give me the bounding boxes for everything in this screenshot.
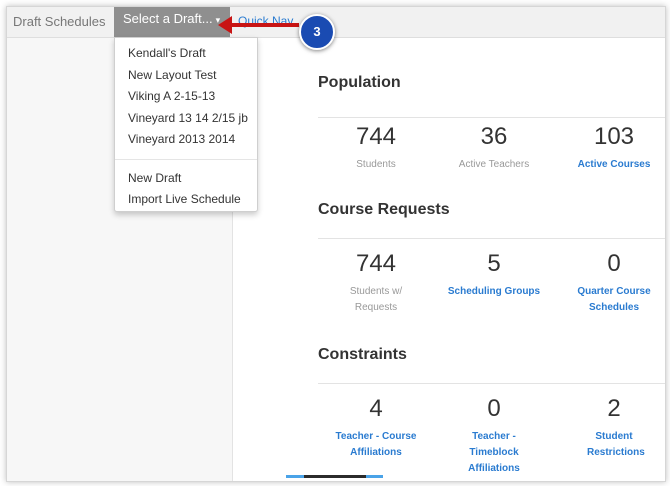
draft-dropdown-menu: Kendall's Draft New Layout Test Viking A…	[114, 37, 258, 212]
stat-value: 0	[607, 250, 621, 277]
divider	[318, 383, 665, 384]
stat-value: 103	[593, 123, 635, 150]
section-title-constraints: Constraints	[318, 346, 407, 363]
stat-scheduling-groups[interactable]: 5 Scheduling Groups	[439, 250, 549, 300]
stat-value: 2	[607, 395, 621, 422]
stat-label: Students	[356, 159, 396, 170]
annotation-arrow-head	[218, 16, 232, 34]
scroll-indicator	[286, 475, 304, 478]
stat-students-with-requests: 744 Students w/ Requests	[321, 250, 431, 316]
app-window: Draft Schedules Select a Draft... ▾ Quick…	[6, 6, 666, 482]
select-draft-label: Select a Draft...	[123, 11, 213, 26]
stat-value: 4	[369, 395, 383, 422]
section-title-course-requests: Course Requests	[318, 201, 450, 218]
scroll-indicator	[366, 475, 383, 478]
stat-teacher-timeblock-affiliations[interactable]: 0 Teacher - Timeblock Affiliations	[439, 395, 549, 477]
stat-active-courses[interactable]: 103 Active Courses	[559, 123, 665, 173]
new-draft-item[interactable]: New Draft	[115, 168, 257, 190]
teacher-course-affiliations-link[interactable]: Teacher - Course Affiliations	[321, 429, 431, 461]
stat-students: 744 Students	[321, 123, 431, 173]
stat-value: 0	[487, 395, 501, 422]
draft-item[interactable]: Vineyard 13 14 2/15 jb	[115, 108, 257, 130]
import-live-schedule-item[interactable]: Import Live Schedule	[115, 189, 257, 211]
divider	[318, 238, 665, 239]
draft-item[interactable]: New Layout Test	[115, 65, 257, 87]
student-restrictions-link[interactable]: Student Restrictions	[559, 429, 665, 461]
top-nav-bar: Draft Schedules Select a Draft... ▾ Quick…	[7, 7, 665, 38]
stat-teacher-course-affiliations[interactable]: 4 Teacher - Course Affiliations	[321, 395, 431, 461]
teacher-timeblock-affiliations-link[interactable]: Teacher - Timeblock Affiliations	[439, 429, 549, 477]
stat-value: 744	[355, 123, 397, 150]
stat-value: 36	[480, 123, 508, 150]
section-title-population: Population	[318, 74, 401, 91]
active-courses-link[interactable]: Active Courses	[559, 157, 665, 173]
step-callout-badge: 3	[299, 14, 335, 50]
scheduling-groups-link[interactable]: Scheduling Groups	[439, 284, 549, 300]
stat-value: 744	[355, 250, 397, 277]
divider	[318, 117, 665, 118]
stat-student-restrictions[interactable]: 2 Student Restrictions	[559, 395, 665, 461]
annotation-arrow	[229, 23, 299, 27]
stat-active-teachers: 36 Active Teachers	[439, 123, 549, 173]
brand-title[interactable]: Draft Schedules	[13, 14, 106, 29]
select-draft-button[interactable]: Select a Draft... ▾	[114, 7, 230, 37]
draft-item[interactable]: Vineyard 2013 2014	[115, 129, 257, 151]
stat-value: 5	[487, 250, 501, 277]
stat-label: Students w/ Requests	[349, 286, 403, 313]
draft-item[interactable]: Kendall's Draft	[115, 43, 257, 65]
draft-item[interactable]: Viking A 2-15-13	[115, 86, 257, 108]
stat-label: Active Teachers	[458, 159, 530, 170]
main-dashboard: Population 744 Students 36 Active Teache…	[233, 38, 665, 481]
scroll-indicator	[304, 475, 366, 478]
quarter-course-schedules-link[interactable]: Quarter Course Schedules	[559, 284, 665, 316]
stat-quarter-course-schedules[interactable]: 0 Quarter Course Schedules	[559, 250, 665, 316]
menu-divider	[115, 158, 257, 160]
